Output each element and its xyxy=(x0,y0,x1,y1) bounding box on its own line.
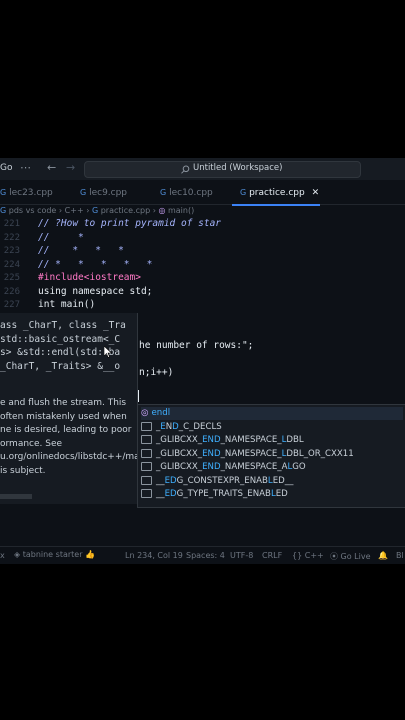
code-fragment: he number of rows:"; xyxy=(139,340,254,351)
doc-line: ormance. See xyxy=(0,438,63,449)
line-number: 221 xyxy=(3,219,20,229)
language-mode[interactable]: {} C++ xyxy=(292,551,324,560)
signature-line: _CharT, _Traits> &__o xyxy=(0,360,121,372)
suggestion-item[interactable]: __EDG_TYPE_TRAITS_ENABLED xyxy=(141,488,288,501)
cpp-file-icon: G xyxy=(80,188,87,197)
command-search[interactable]: Untitled (Workspace) xyxy=(84,161,361,178)
doc-line: is subject. xyxy=(0,465,46,476)
status-bar: x ◈ tabnine starter 👍 Ln 234, Col 19 Spa… xyxy=(0,546,405,564)
line-number: 225 xyxy=(3,273,20,283)
title-bar: Go ⋯ ← → Untitled (Workspace) xyxy=(0,158,405,180)
hover-scrollbar[interactable] xyxy=(0,494,32,499)
suggestion-item[interactable]: _END_C_DECLS xyxy=(141,421,222,434)
line-number: 223 xyxy=(3,246,20,256)
macro-icon xyxy=(141,449,152,458)
tabnine-label: tabnine starter xyxy=(22,550,83,559)
status-left[interactable]: x xyxy=(0,551,5,560)
bell-icon[interactable]: 🔔 xyxy=(378,551,388,560)
search-label: Untitled (Workspace) xyxy=(193,163,283,173)
tab-lec23[interactable]: G lec23.cpp xyxy=(0,182,53,204)
autocomplete-list: ◎ endl _END_C_DECLS _GLIBCXX_END_NAMESPAC… xyxy=(137,404,405,508)
macro-icon xyxy=(141,422,152,431)
more-icon[interactable]: ⋯ xyxy=(20,161,31,174)
macro-icon xyxy=(141,435,152,444)
tab-bar: G lec23.cpp G lec9.cpp G lec10.cpp G pra… xyxy=(0,182,405,206)
text-cursor xyxy=(138,390,139,402)
cpp-file-icon: G xyxy=(0,206,7,215)
cpp-file-icon: G xyxy=(240,188,247,197)
line-ending[interactable]: CRLF xyxy=(262,551,282,560)
breadcrumb-file[interactable]: practice.cpp xyxy=(101,206,150,215)
tab-label: lec23.cpp xyxy=(9,188,53,198)
macro-icon xyxy=(141,462,152,471)
code-line: // * * * xyxy=(38,245,124,256)
code-line: // * * * * * xyxy=(38,259,153,270)
cursor-position[interactable]: Ln 234, Col 19 xyxy=(125,551,183,560)
code-line: int main() xyxy=(38,299,96,310)
signature-line: std::basic_ostream<_C xyxy=(0,333,121,345)
suggestion-item[interactable]: ◎ endl xyxy=(141,407,403,420)
suggestion-item[interactable]: __EDG_CONSTEXPR_ENABLED__ xyxy=(141,475,293,488)
breadcrumb-root[interactable]: pds vs code xyxy=(9,206,57,215)
macro-icon xyxy=(141,476,152,485)
cpp-file-icon: G xyxy=(160,188,167,197)
broadcast-icon: ⦿ xyxy=(330,552,338,561)
close-icon[interactable]: ✕ xyxy=(312,188,320,198)
line-number: 222 xyxy=(3,233,20,243)
forward-arrow-icon[interactable]: → xyxy=(66,161,75,174)
code-line: // * xyxy=(38,232,84,243)
tab-lec9[interactable]: G lec9.cpp xyxy=(80,182,127,204)
code-editor[interactable]: 221 222 223 224 225 226 227 // ?How to p… xyxy=(0,218,405,318)
line-number: 226 xyxy=(3,287,20,297)
back-arrow-icon[interactable]: ← xyxy=(47,161,56,174)
braces-icon: {} xyxy=(292,551,303,560)
breadcrumb: G pds vs code › C++ › G practice.cpp › ◎… xyxy=(0,206,195,215)
tab-lec10[interactable]: G lec10.cpp xyxy=(160,182,213,204)
tabnine-icon: ◈ xyxy=(14,550,21,559)
line-number: 224 xyxy=(3,260,20,270)
tab-practice[interactable]: G practice.cpp ✕ xyxy=(232,182,320,206)
encoding[interactable]: UTF-8 xyxy=(230,551,253,560)
code-line: #include<iostream> xyxy=(38,272,141,283)
breadcrumb-lang[interactable]: C++ xyxy=(65,206,84,215)
thumbs-up-icon: 👍 xyxy=(85,550,96,559)
code-line: // ?How to print pyramid of star xyxy=(38,218,222,229)
suggestion-item[interactable]: _GLIBCXX_END_NAMESPACE_LDBL_OR_CXX11 xyxy=(141,448,354,461)
indentation[interactable]: Spaces: 4 xyxy=(186,551,225,560)
search-icon xyxy=(181,165,190,174)
function-icon: ◎ xyxy=(141,408,149,418)
suggestion-item[interactable]: _GLIBCXX_END_NAMESPACE_ALGO xyxy=(141,461,306,474)
doc-line: ne is desired, leading to poor xyxy=(0,425,132,435)
hover-doc: e and flush the stream. This often mista… xyxy=(0,397,138,478)
doc-line: e and flush the stream. This xyxy=(0,398,127,408)
tab-label: lec10.cpp xyxy=(169,188,213,198)
cpp-file-icon: G xyxy=(0,188,7,197)
language-label: C++ xyxy=(304,551,324,560)
code-fragment: n;i++) xyxy=(139,367,174,378)
breadcrumb-symbol[interactable]: main() xyxy=(168,206,194,215)
line-number: 227 xyxy=(3,300,20,310)
mouse-pointer-icon xyxy=(104,346,112,358)
tabnine-status[interactable]: ◈ tabnine starter 👍 xyxy=(14,550,95,559)
doc-line: often mistakenly used when xyxy=(0,411,127,422)
signature-line: ass _CharT, class _Tra xyxy=(0,320,126,331)
menu-go[interactable]: Go xyxy=(0,163,12,173)
editor-window: Go ⋯ ← → Untitled (Workspace) G lec23.cp… xyxy=(0,158,405,564)
suggestion-item[interactable]: _GLIBCXX_END_NAMESPACE_LDBL xyxy=(141,434,304,447)
cpp-file-icon: G xyxy=(91,206,99,215)
macro-icon xyxy=(141,489,152,498)
hover-popup: ass _CharT, class _Tra std::basic_ostrea… xyxy=(0,313,138,504)
go-live-button[interactable]: ⦿ Go Live xyxy=(330,551,371,562)
code-line: using namespace std; xyxy=(38,286,153,297)
doc-line: u.org/onlinedocs/libstdc++/ma xyxy=(0,452,138,462)
function-icon: ◎ xyxy=(158,206,166,215)
tab-label: lec9.cpp xyxy=(89,188,128,198)
go-live-label: Go Live xyxy=(340,552,371,561)
tab-label: practice.cpp xyxy=(249,188,305,198)
status-more[interactable]: Bl xyxy=(396,551,404,560)
